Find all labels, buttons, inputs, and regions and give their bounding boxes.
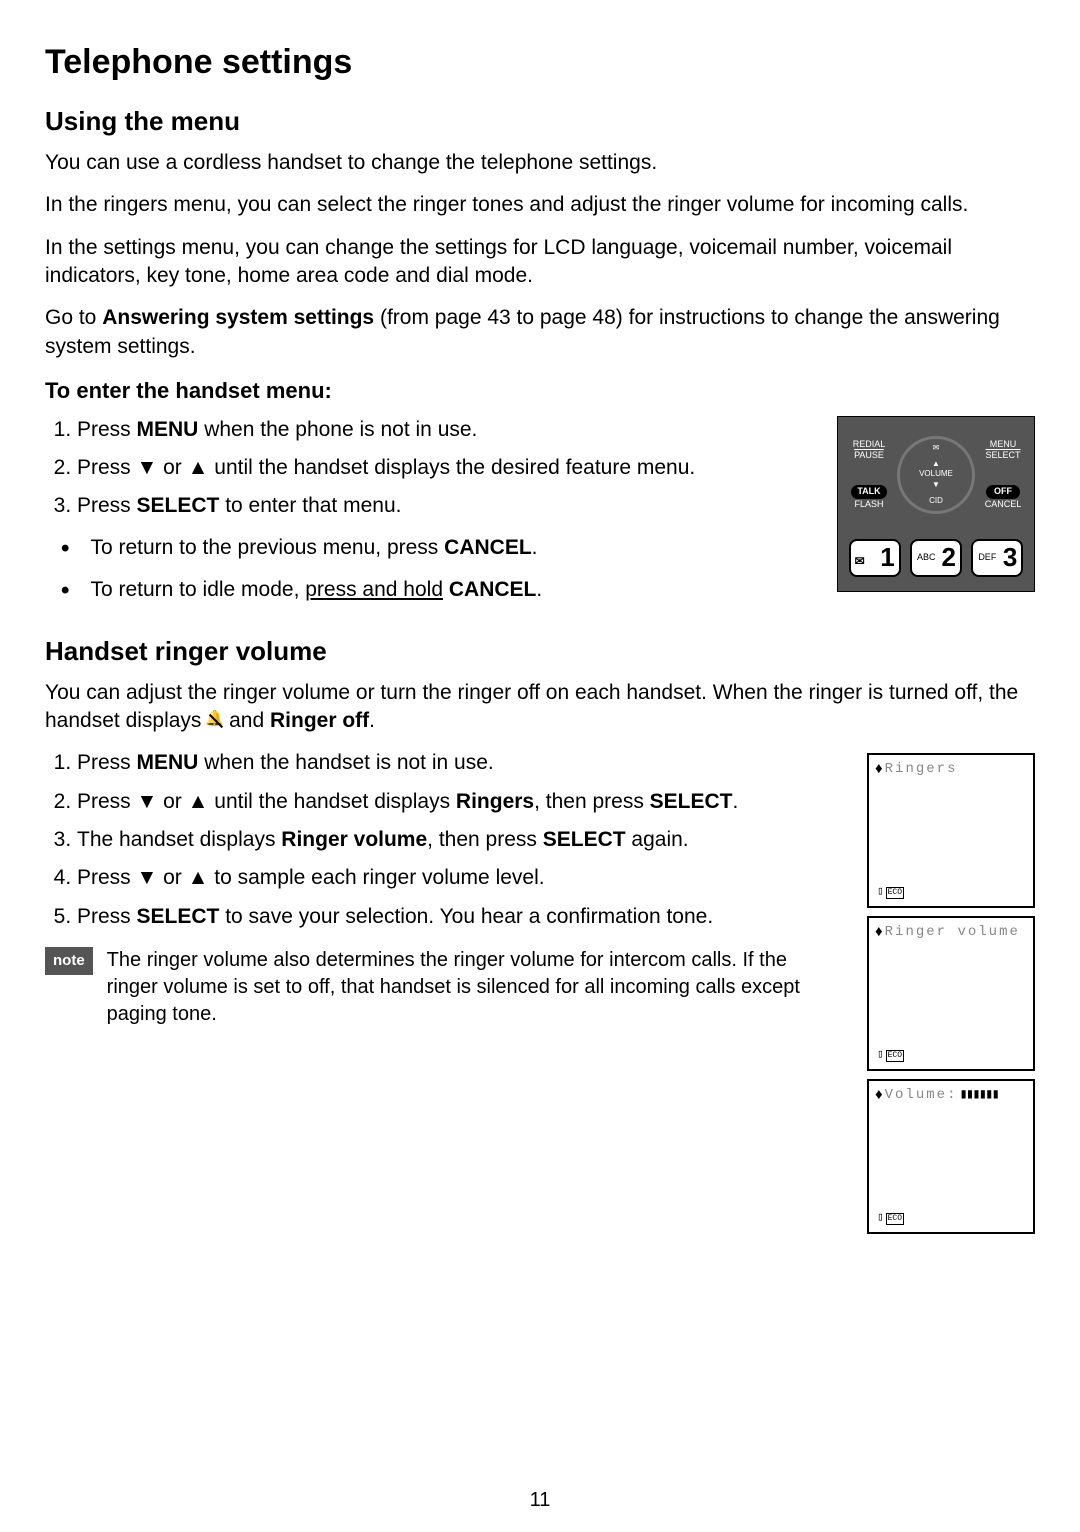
label-flash: FLASH bbox=[854, 500, 883, 510]
lcd-screen-ringers: ♦Ringers ▯ ECO bbox=[867, 753, 1035, 908]
paragraph: You can adjust the ringer volume or turn… bbox=[45, 679, 1035, 736]
step: Press MENU when the handset is not in us… bbox=[77, 749, 839, 777]
label-menu: MENU bbox=[990, 440, 1017, 450]
battery-icon: ▯ bbox=[877, 1048, 884, 1063]
handset-illustration: REDIAL PAUSE TALK FLASH ✉ ▲ VOLUME ▼ CID… bbox=[837, 416, 1035, 592]
step: Press ▼ or ▲ to sample each ringer volum… bbox=[77, 864, 839, 892]
battery-icon: ▯ bbox=[877, 1211, 884, 1226]
section-heading-using-menu: Using the menu bbox=[45, 104, 1035, 139]
step: Press ▼ or ▲ until the handset displays … bbox=[77, 788, 839, 816]
label-select: SELECT bbox=[985, 451, 1020, 461]
label-cid: CID bbox=[929, 496, 943, 507]
bullet-list: To return to the previous menu, press CA… bbox=[45, 533, 809, 608]
volume-bars-icon: ▮▮▮▮▮▮ bbox=[959, 1086, 998, 1105]
steps-list: Press MENU when the handset is not in us… bbox=[45, 749, 839, 931]
dpad-icon: ✉ ▲ VOLUME ▼ CID bbox=[897, 436, 975, 514]
battery-icon: ▯ bbox=[877, 885, 884, 900]
note-tag: note bbox=[45, 947, 93, 975]
envelope-icon: ✉ bbox=[855, 553, 865, 569]
note-text: The ringer volume also determines the ri… bbox=[107, 947, 839, 1028]
section-heading-ringer-volume: Handset ringer volume bbox=[45, 634, 1035, 669]
step: The handset displays Ringer volume, then… bbox=[77, 826, 839, 854]
key-2: ABC2 bbox=[910, 539, 962, 577]
updown-arrow-icon: ♦ bbox=[875, 922, 883, 942]
label-redial: REDIAL bbox=[853, 440, 886, 450]
updown-arrow-icon: ♦ bbox=[875, 759, 883, 779]
step: Press SELECT to save your selection. You… bbox=[77, 903, 839, 931]
bullet: To return to the previous menu, press CA… bbox=[61, 533, 809, 565]
note-box: note The ringer volume also determines t… bbox=[45, 947, 839, 1028]
step: Press SELECT to enter that menu. bbox=[77, 492, 809, 520]
eco-label: ECO bbox=[886, 887, 904, 900]
steps-list: Press MENU when the phone is not in use.… bbox=[45, 416, 809, 521]
key-1: ✉1 bbox=[849, 539, 901, 577]
sub-heading-enter-menu: To enter the handset menu: bbox=[45, 376, 1035, 406]
paragraph: In the settings menu, you can change the… bbox=[45, 234, 1035, 291]
paragraph: Go to Answering system settings (from pa… bbox=[45, 304, 1035, 361]
updown-arrow-icon: ♦ bbox=[875, 1085, 883, 1105]
lcd-screen-ringer-volume: ♦Ringer volume ▯ ECO bbox=[867, 916, 1035, 1071]
label-cancel: CANCEL bbox=[985, 500, 1022, 510]
page-number: 11 bbox=[0, 1487, 1080, 1514]
page-title: Telephone settings bbox=[45, 40, 1035, 86]
bell-off-icon bbox=[207, 713, 223, 729]
step: Press ▼ or ▲ until the handset displays … bbox=[77, 454, 809, 482]
label-pause: PAUSE bbox=[854, 451, 884, 461]
label-off: OFF bbox=[986, 485, 1020, 499]
lcd-screen-volume-level: ♦Volume:▮▮▮▮▮▮ ▯ ECO bbox=[867, 1079, 1035, 1234]
step: Press MENU when the phone is not in use. bbox=[77, 416, 809, 444]
eco-label: ECO bbox=[886, 1213, 904, 1226]
label-talk: TALK bbox=[851, 485, 886, 499]
paragraph: In the ringers menu, you can select the … bbox=[45, 191, 1035, 219]
label-volume: VOLUME bbox=[919, 469, 953, 480]
key-3: DEF3 bbox=[971, 539, 1023, 577]
paragraph: You can use a cordless handset to change… bbox=[45, 149, 1035, 177]
bullet: To return to idle mode, press and hold C… bbox=[61, 575, 809, 607]
eco-label: ECO bbox=[886, 1050, 904, 1063]
